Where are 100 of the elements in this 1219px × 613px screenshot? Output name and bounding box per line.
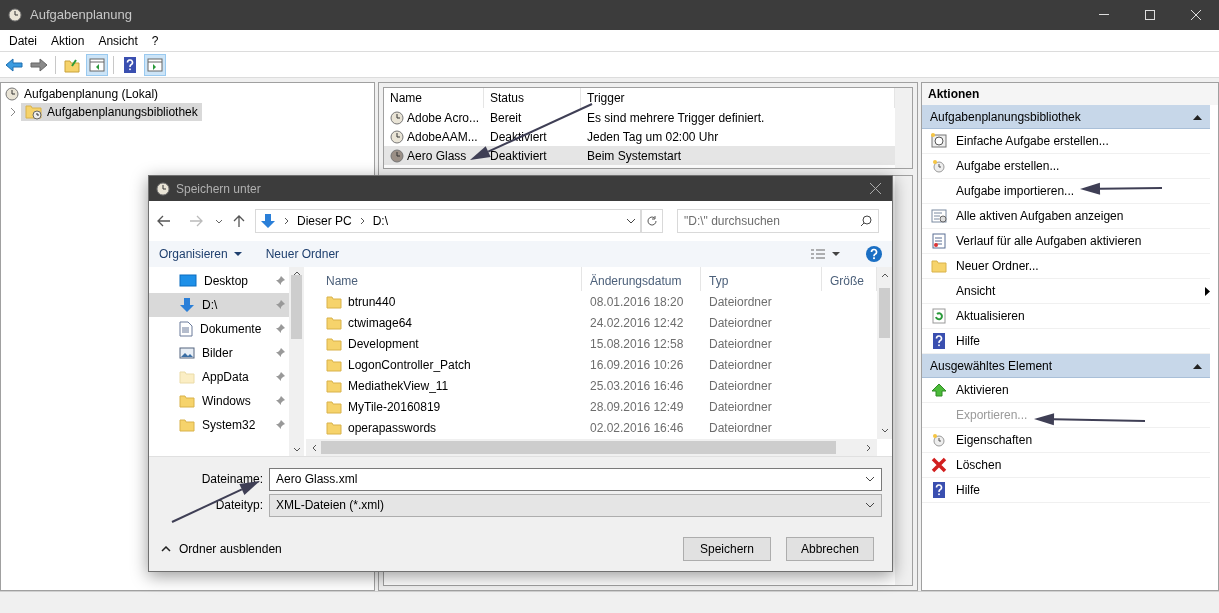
column-header[interactable]: Status xyxy=(484,88,581,108)
up-arrow-icon[interactable] xyxy=(233,214,245,228)
column-header[interactable]: Name xyxy=(384,88,484,108)
section-header[interactable]: Aufgabenplanungsbibliothek xyxy=(922,105,1210,129)
menu-item[interactable]: ? xyxy=(144,31,166,50)
breadcrumb-item[interactable]: Dieser PC xyxy=(297,212,352,230)
filename-field[interactable]: Aero Glass.xml xyxy=(269,467,882,491)
table-row[interactable]: Aero Glass Deaktiviert Beim Systemstart xyxy=(384,146,895,165)
file-row[interactable]: MediathekView_11 25.03.2016 16:46 Dateiordner xyxy=(306,375,877,396)
menu-item[interactable]: Ansicht xyxy=(91,31,145,50)
action-item[interactable]: Hilfe xyxy=(922,478,1210,503)
pin-icon[interactable] xyxy=(275,276,285,286)
action-item[interactable]: Aufgabe erstellen... xyxy=(922,154,1210,179)
table-row[interactable]: Adobe Acro... Bereit Es sind mehrere Trigger definiert. xyxy=(384,108,895,127)
action-item[interactable]: Aktivieren xyxy=(922,378,1210,403)
action-item[interactable]: Einfache Aufgabe erstellen... xyxy=(922,129,1210,154)
file-date: 25.03.2016 16:46 xyxy=(589,377,685,395)
file-row[interactable]: LogonController_Patch 16.09.2016 10:26 Dateiordner xyxy=(306,354,877,375)
column-header[interactable]: Änderungsdatum xyxy=(582,267,701,291)
caret-icon[interactable] xyxy=(832,252,840,256)
file-row[interactable]: operapasswords 02.02.2016 16:46 Dateiordner xyxy=(306,417,877,438)
nav-item[interactable]: Bilder xyxy=(149,341,289,365)
pin-icon[interactable] xyxy=(275,420,285,430)
scrollbar[interactable] xyxy=(877,267,892,439)
list-window-icon xyxy=(931,209,947,223)
dialog-button[interactable]: Speichern xyxy=(683,537,771,561)
toolbar-button[interactable] xyxy=(86,53,108,76)
view-list-icon[interactable] xyxy=(810,248,826,260)
back-arrow-icon xyxy=(5,57,23,72)
monitor-icon xyxy=(179,274,197,288)
menu-item[interactable]: Aktion xyxy=(44,31,92,50)
column-header[interactable]: Typ xyxy=(701,267,822,291)
pin-icon[interactable] xyxy=(275,372,285,382)
file-row[interactable]: ctwimage64 24.02.2016 12:42 Dateiordner xyxy=(306,312,877,333)
pin-icon[interactable] xyxy=(275,300,285,310)
file-row[interactable]: btrun440 08.01.2016 18:20 Dateiordner xyxy=(306,291,877,312)
column-header[interactable]: Name xyxy=(306,267,582,291)
table-cell-text: Aero Glass xyxy=(407,147,467,165)
collapse-icon xyxy=(1193,113,1202,120)
filetype-dropdown[interactable]: XML-Dateien (*.xml) xyxy=(269,493,882,517)
clock-icon xyxy=(5,87,19,101)
file-row[interactable]: Development 15.08.2016 12:58 Dateiordner xyxy=(306,333,877,354)
action-item[interactable]: Neuer Ordner... xyxy=(922,254,1210,279)
forward-arrow-icon[interactable] xyxy=(189,215,203,227)
nav-item[interactable]: D:\ xyxy=(149,293,289,317)
chevron-icon[interactable] xyxy=(9,107,17,117)
nav-item[interactable]: Dokumente xyxy=(149,317,289,341)
pin-icon[interactable] xyxy=(275,348,285,358)
scrollbar[interactable] xyxy=(895,176,912,585)
scrollbar[interactable] xyxy=(289,267,304,456)
address-bar[interactable]: Dieser PC D:\ xyxy=(255,209,641,233)
chevron-down-icon[interactable] xyxy=(215,218,223,224)
log-icon xyxy=(932,233,946,249)
scrollbar[interactable] xyxy=(895,88,912,168)
nav-item[interactable]: Desktop xyxy=(149,269,289,293)
down-arrow-icon xyxy=(179,297,195,313)
file-type: Dateiordner xyxy=(708,293,772,311)
file-name: Development xyxy=(348,335,419,353)
scrollbar-thumb[interactable] xyxy=(291,274,302,339)
action-item[interactable]: Ansicht xyxy=(922,279,1210,304)
menu-item[interactable]: Datei xyxy=(2,31,44,50)
action-item[interactable]: Aktualisieren xyxy=(922,304,1210,329)
pin-icon[interactable] xyxy=(275,396,285,406)
search-field[interactable]: "D:\" durchsuchen xyxy=(677,209,879,233)
section-header[interactable]: Ausgewähltes Element xyxy=(922,354,1210,378)
back-arrow-icon[interactable] xyxy=(157,215,171,227)
nav-item[interactable]: Windows xyxy=(149,389,289,413)
scrollbar[interactable] xyxy=(306,439,877,456)
scrollbar-thumb[interactable] xyxy=(879,288,890,338)
breadcrumb-item[interactable]: D:\ xyxy=(372,212,389,230)
action-item[interactable]: Eigenschaften xyxy=(922,428,1210,453)
close-icon xyxy=(869,183,881,194)
nav-item[interactable]: AppData xyxy=(149,365,289,389)
toolbar-button[interactable] xyxy=(144,53,166,76)
tree-item[interactable]: Aufgabenplanung (Lokal) xyxy=(1,85,163,103)
hide-folders-button[interactable]: Ordner ausblenden xyxy=(159,540,282,558)
action-item[interactable]: Verlauf für alle Aufgaben aktivieren xyxy=(922,229,1210,254)
pin-icon[interactable] xyxy=(275,324,285,334)
chevron-icon xyxy=(359,217,365,225)
file-date: 28.09.2016 12:49 xyxy=(589,398,685,416)
scrollbar-thumb[interactable] xyxy=(321,441,836,454)
table-cell-text: Deaktiviert xyxy=(489,147,548,165)
nav-item[interactable]: System32 xyxy=(149,413,289,437)
action-item[interactable]: Löschen xyxy=(922,453,1210,478)
scroll-right-icon xyxy=(866,443,871,452)
toolbar-button[interactable]: Neuer Ordner xyxy=(265,245,340,263)
field-label: Dateityp: xyxy=(214,497,264,514)
folder-icon xyxy=(326,336,342,351)
file-row[interactable]: MyTile-20160819 28.09.2016 12:49 Dateiordner xyxy=(306,396,877,417)
toolbar-button[interactable]: Organisieren xyxy=(159,245,242,263)
folder-icon xyxy=(326,315,342,330)
help-icon[interactable] xyxy=(866,246,882,262)
refresh-button[interactable] xyxy=(641,209,663,233)
up-arrow-icon xyxy=(931,383,947,397)
file-date: 15.08.2016 12:58 xyxy=(589,335,685,353)
file-type: Dateiordner xyxy=(708,377,772,395)
tree-item[interactable]: Aufgabenplanungsbibliothek xyxy=(21,103,202,121)
chevron-down-icon[interactable] xyxy=(626,218,636,224)
dialog-button[interactable]: Abbrechen xyxy=(786,537,874,561)
action-item[interactable]: Alle aktiven Aufgaben anzeigen xyxy=(922,204,1210,229)
